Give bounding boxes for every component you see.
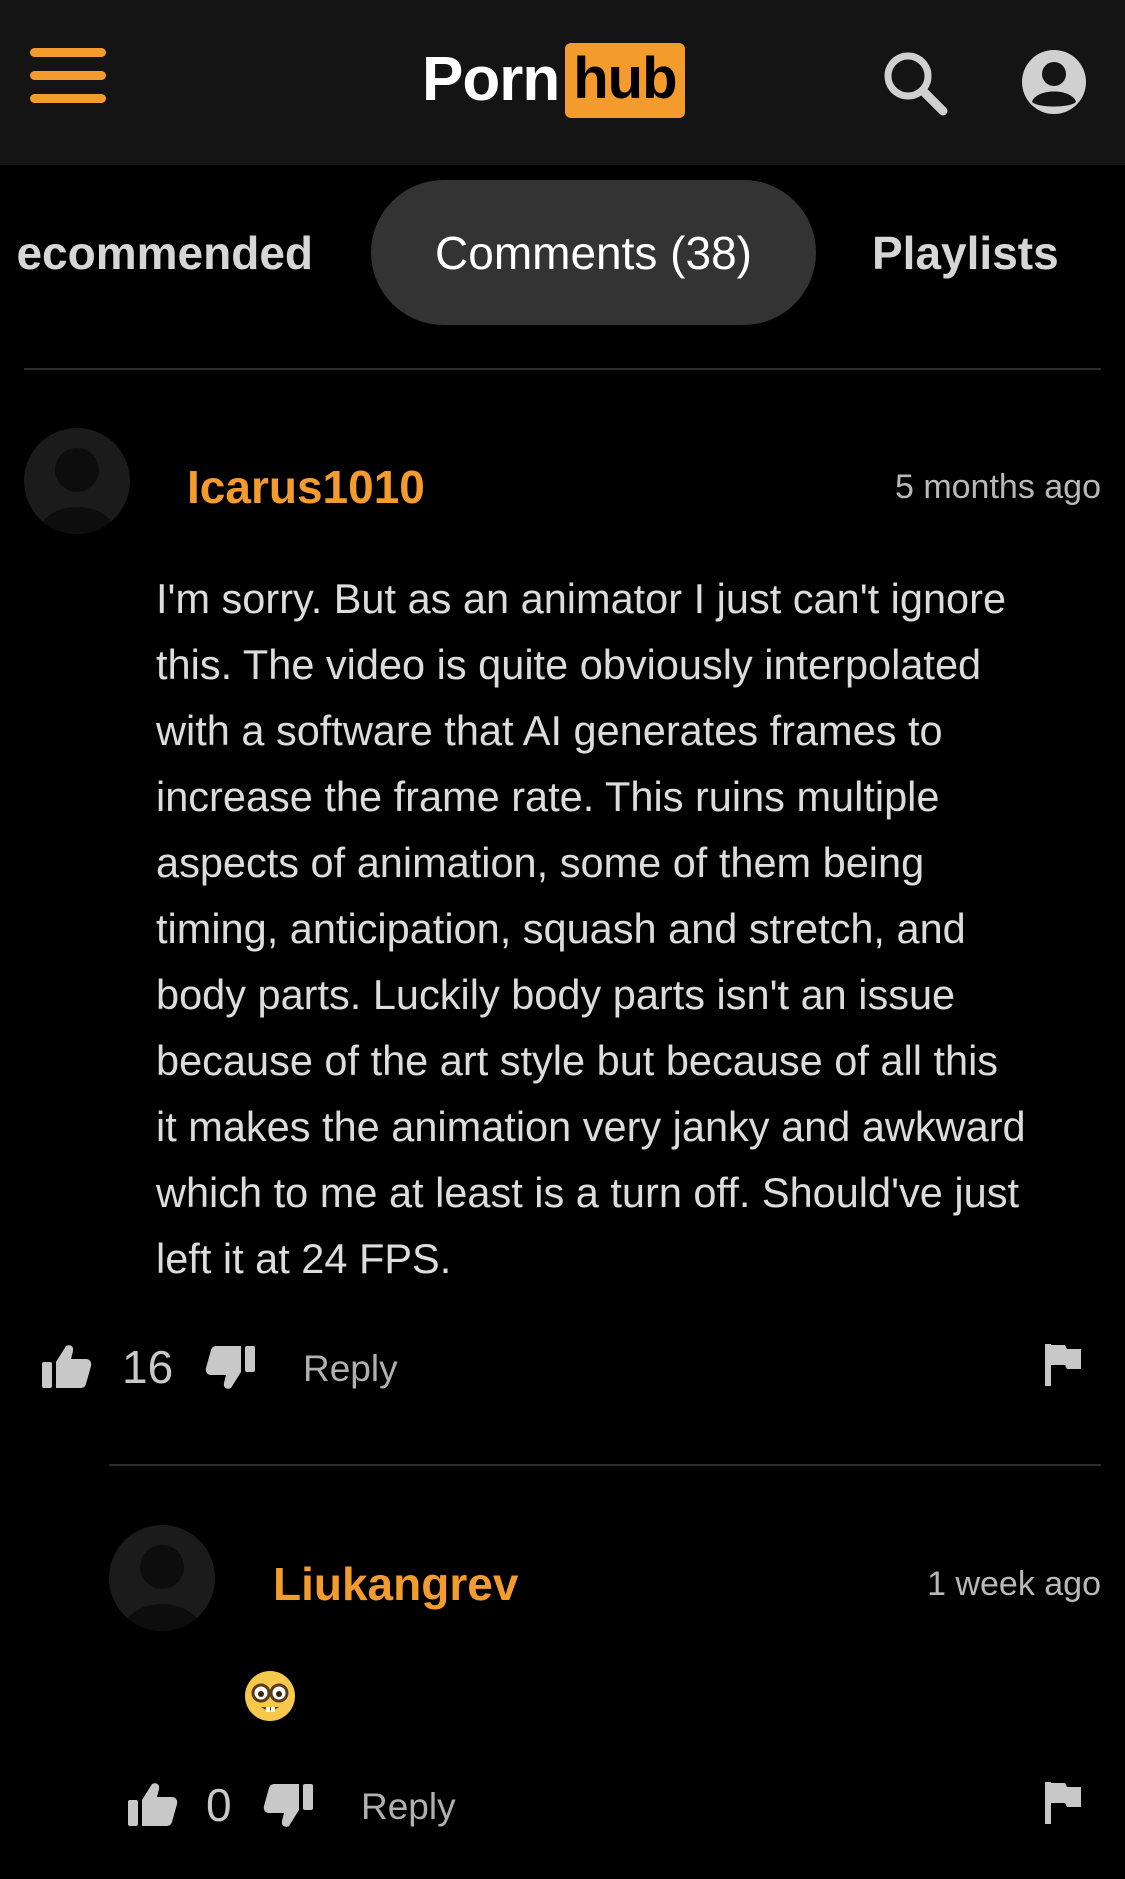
tab-playlists[interactable]: Playlists [872, 180, 1059, 325]
thumbs-up-icon[interactable] [126, 1780, 178, 1828]
tab-label: ecommended [16, 226, 313, 279]
logo-text-right: hub [565, 42, 685, 118]
comment-timestamp: 5 months ago [894, 468, 1101, 506]
comment-timestamp: 1 week ago [927, 1565, 1101, 1603]
tab-label: Comments (38) [435, 226, 752, 279]
thumbs-up-icon[interactable] [40, 1342, 92, 1390]
default-avatar-icon [123, 1545, 201, 1631]
flag-icon[interactable] [1043, 1780, 1083, 1824]
tab-label: Playlists [872, 226, 1059, 279]
avatar[interactable] [24, 428, 130, 534]
comment-username[interactable]: Liukangrev [273, 1557, 518, 1611]
hamburger-menu-icon[interactable] [30, 48, 106, 104]
site-logo[interactable]: Porn hub [422, 40, 685, 120]
thumbs-down-icon[interactable] [205, 1344, 257, 1392]
reply-button[interactable]: Reply [303, 1348, 398, 1390]
logo-text-left: Porn [422, 45, 560, 114]
nerd-face-emoji-icon [245, 1671, 295, 1721]
flag-icon[interactable] [1043, 1342, 1083, 1386]
reply-button[interactable]: Reply [361, 1786, 456, 1828]
comment-username[interactable]: Icarus1010 [187, 460, 425, 514]
reply-divider [109, 1464, 1101, 1466]
search-icon[interactable] [880, 48, 950, 118]
avatar[interactable] [109, 1525, 215, 1631]
top-header: Porn hub [0, 0, 1125, 165]
thumbs-down-icon[interactable] [263, 1782, 315, 1830]
tab-comments[interactable]: Comments (38) [371, 180, 816, 325]
tab-recommended[interactable]: ecommended [16, 180, 313, 325]
tab-bar: ecommended Comments (38) Playlists [0, 180, 1125, 325]
tabs-divider [24, 368, 1101, 370]
like-count: 16 [122, 1341, 174, 1393]
account-icon[interactable] [1020, 48, 1088, 116]
like-count: 0 [206, 1779, 232, 1831]
comment-text: I'm sorry. But as an animator I just can… [156, 575, 1026, 1282]
default-avatar-icon [38, 448, 116, 534]
